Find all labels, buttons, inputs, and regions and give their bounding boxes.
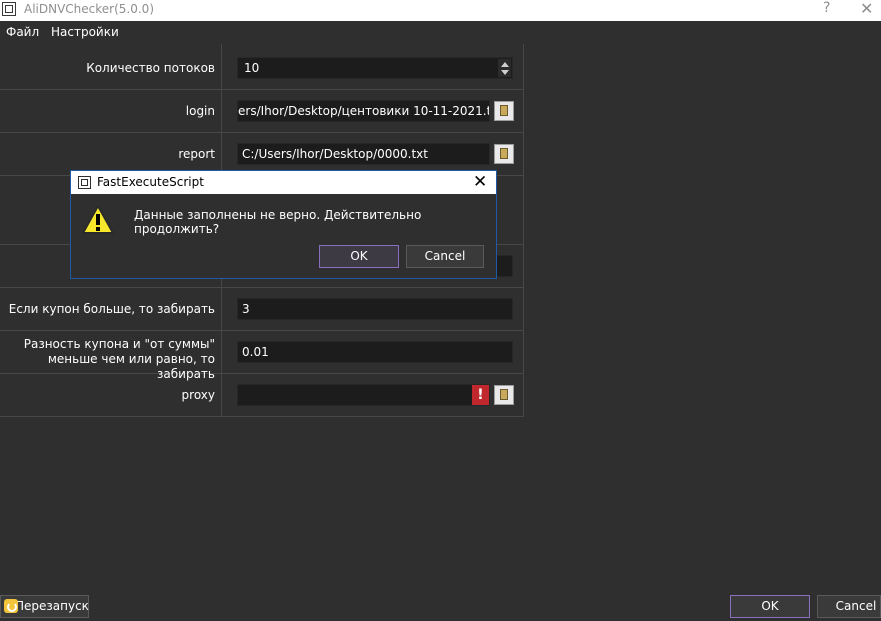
dialog-titlebar: FastExecuteScript ✕ [71, 171, 496, 194]
dialog-cancel-button[interactable]: Cancel [406, 245, 484, 268]
report-path-input[interactable]: C:/Users/Ihor/Desktop/0000.txt [237, 143, 490, 165]
warning-icon [82, 205, 114, 234]
label-column: proxy [0, 374, 222, 416]
restart-label: Перезапуск [15, 599, 89, 613]
dialog-title: FastExecuteScript [97, 175, 204, 189]
dialog-app-icon [78, 176, 91, 189]
menu-settings[interactable]: Настройки [51, 25, 119, 39]
restart-button[interactable]: Перезапуск [0, 595, 89, 618]
form-row-coupon: Если купон больше, то забирать 3 [0, 288, 523, 331]
diff-label-line1: Разность купона и "от суммы" [23, 337, 215, 351]
coupon-input[interactable]: 3 [237, 298, 513, 320]
dialog-message: Данные заполнены не верно. Действительно… [134, 208, 422, 236]
report-label: report [178, 147, 215, 161]
proxy-browse-button[interactable] [494, 385, 514, 405]
spin-up-icon[interactable] [501, 62, 509, 67]
label-column: Разность купона и "от суммы" меньше чем … [0, 331, 222, 381]
menu-file[interactable]: Файл [6, 25, 39, 39]
diff-input[interactable]: 0.01 [237, 341, 513, 363]
window-title: AliDNVChecker(5.0.0) [24, 2, 155, 16]
close-icon[interactable]: ✕ [860, 0, 873, 18]
app-icon [2, 2, 16, 16]
form-row-diff: Разность купона и "от суммы" меньше чем … [0, 331, 523, 381]
dialog-body: Данные заполнены не верно. Действительно… [71, 194, 496, 278]
spin-down-icon[interactable] [501, 70, 509, 75]
proxy-input[interactable] [237, 384, 490, 406]
form-row-login: login ers/Ihor/Desktop/центовики 10-11-2… [0, 90, 523, 133]
confirm-dialog: FastExecuteScript ✕ Данные заполнены не … [70, 170, 497, 279]
label-column: Если купон больше, то забирать [0, 288, 222, 330]
report-browse-button[interactable] [494, 144, 514, 164]
form-row-threads: Количество потоков 10 [0, 44, 523, 90]
restart-icon [4, 599, 18, 613]
login-browse-button[interactable] [494, 101, 514, 121]
login-path-input[interactable]: ers/Ihor/Desktop/центовики 10-11-2021.tx… [237, 100, 490, 122]
menubar: Файл Настройки [0, 21, 881, 43]
login-label: login [185, 104, 215, 118]
threads-value: 10 [244, 61, 260, 75]
label-column: Количество потоков [0, 44, 222, 89]
proxy-label: proxy [181, 388, 215, 402]
coupon-label: Если купон больше, то забирать [8, 302, 215, 316]
proxy-error-icon: ! [472, 385, 489, 405]
threads-spinbox[interactable]: 10 [237, 57, 513, 79]
cancel-button[interactable]: Cancel [817, 595, 881, 618]
ok-button[interactable]: OK [730, 595, 810, 618]
dialog-close-icon[interactable]: ✕ [473, 172, 487, 192]
dialog-ok-button[interactable]: OK [319, 245, 399, 268]
form-row-proxy: proxy ! [0, 374, 523, 417]
label-column: report [0, 133, 222, 175]
threads-label: Количество потоков [86, 61, 215, 75]
spin-buttons[interactable] [498, 59, 511, 77]
help-icon[interactable]: ? [823, 0, 830, 16]
window-titlebar: AliDNVChecker(5.0.0) ? ✕ [0, 0, 881, 21]
label-column: login [0, 90, 222, 132]
